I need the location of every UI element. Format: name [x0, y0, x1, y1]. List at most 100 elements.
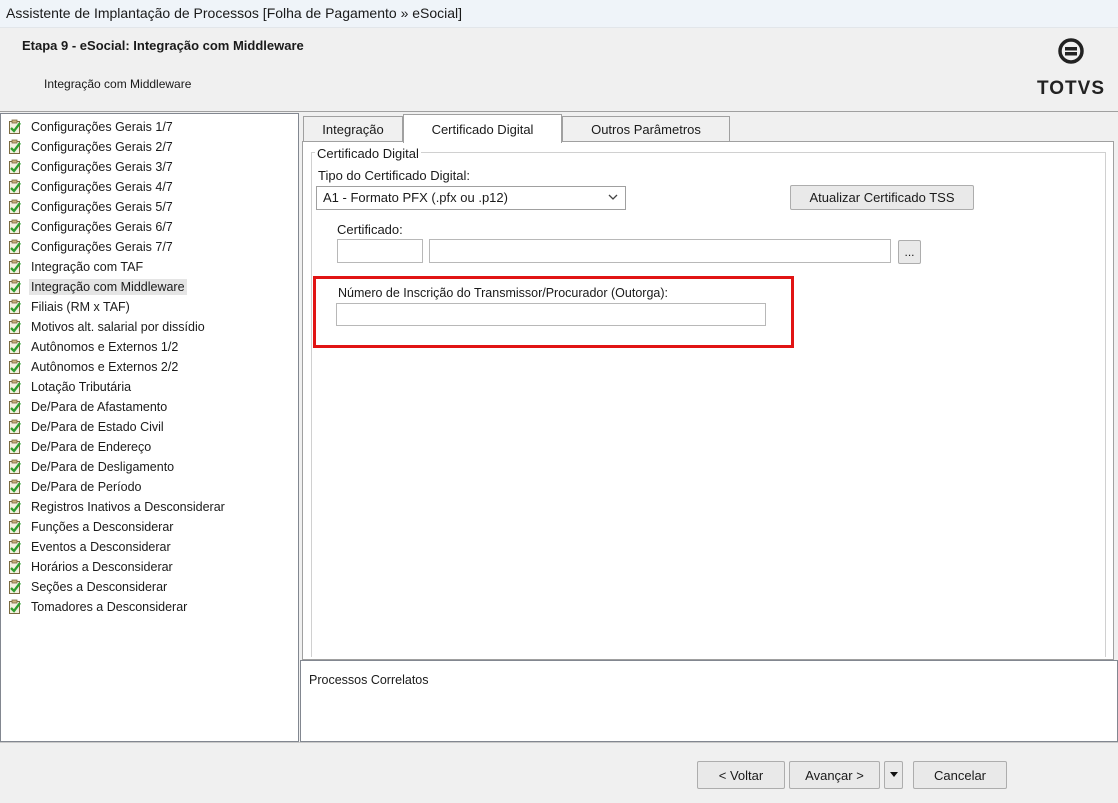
tipo-certificado-label: Tipo do Certificado Digital: — [318, 168, 470, 183]
tree-item-label: Tomadores a Desconsiderar — [31, 599, 188, 614]
tree-item[interactable]: Registros Inativos a Desconsiderar — [7, 497, 227, 516]
tab-label: Outros Parâmetros — [591, 122, 701, 137]
window-title: Assistente de Implantação de Processos [… — [6, 5, 463, 21]
tree-item-label: Lotação Tributária — [31, 379, 132, 394]
button-label: Avançar > — [805, 767, 864, 783]
checked-document-icon — [9, 159, 21, 174]
tree-item-label: De/Para de Desligamento — [31, 459, 175, 474]
tree-item-label: Funções a Desconsiderar — [31, 519, 174, 534]
tree-item[interactable]: De/Para de Afastamento — [7, 397, 169, 416]
checked-document-icon — [9, 299, 21, 314]
checked-document-icon — [9, 519, 21, 534]
tree-item-label: Integração com Middleware — [29, 278, 187, 295]
tab-outros-parametros[interactable]: Outros Parâmetros — [562, 116, 730, 142]
tree-item[interactable]: Configurações Gerais 5/7 — [7, 197, 175, 216]
tree-item[interactable]: Horários a Desconsiderar — [7, 557, 175, 576]
checked-document-icon — [9, 199, 21, 214]
tree-item[interactable]: De/Para de Desligamento — [7, 457, 176, 476]
tab-panel-certificado: Certificado Digital — [302, 141, 1114, 660]
tab-certificado-digital[interactable]: Certificado Digital — [403, 114, 562, 143]
tree-item-label: Filiais (RM x TAF) — [31, 299, 130, 314]
checked-document-icon — [9, 119, 21, 134]
tree-item[interactable]: Eventos a Desconsiderar — [7, 537, 173, 556]
cancel-button[interactable]: Cancelar — [913, 761, 1007, 789]
tree-item-label: De/Para de Afastamento — [31, 399, 168, 414]
caret-down-icon — [889, 772, 898, 777]
totvs-logo: TOTVS — [1036, 38, 1106, 102]
checked-document-icon — [9, 599, 21, 614]
tree-item[interactable]: Integração com TAF — [7, 257, 145, 276]
back-button[interactable]: < Voltar — [697, 761, 785, 789]
tree-item-label: Autônomos e Externos 1/2 — [31, 339, 179, 354]
checked-document-icon — [9, 239, 21, 254]
checked-document-icon — [9, 579, 21, 594]
checked-document-icon — [9, 459, 21, 474]
tree-item[interactable]: Lotação Tributária — [7, 377, 133, 396]
processos-correlatos-panel: Processos Correlatos — [300, 660, 1118, 742]
tree-item[interactable]: Configurações Gerais 4/7 — [7, 177, 175, 196]
tipo-certificado-value: A1 - Formato PFX (.pfx ou .p12) — [323, 190, 508, 205]
checked-document-icon — [9, 279, 21, 294]
tree-item-label: Horários a Desconsiderar — [31, 559, 173, 574]
checked-document-icon — [9, 419, 21, 434]
next-button[interactable]: Avançar > — [789, 761, 880, 789]
next-dropdown-button[interactable] — [884, 761, 903, 789]
tree-item[interactable]: Configurações Gerais 6/7 — [7, 217, 175, 236]
tree-item-label: Autônomos e Externos 2/2 — [31, 359, 179, 374]
certificado-group — [311, 152, 1106, 657]
step-subtitle: Integração com Middleware — [44, 77, 192, 91]
checked-document-icon — [9, 219, 21, 234]
tree-item-label: Registros Inativos a Desconsiderar — [31, 499, 225, 514]
tree-item[interactable]: Filiais (RM x TAF) — [7, 297, 132, 316]
tree-item[interactable]: Seções a Desconsiderar — [7, 577, 169, 596]
checked-document-icon — [9, 399, 21, 414]
checked-document-icon — [9, 179, 21, 194]
button-label: Cancelar — [933, 767, 987, 783]
tipo-certificado-select[interactable]: A1 - Formato PFX (.pfx ou .p12) — [316, 186, 626, 210]
certificado-code-input[interactable] — [337, 239, 423, 263]
title-bar: Assistente de Implantação de Processos [… — [0, 0, 1118, 28]
tree-item-label: Configurações Gerais 5/7 — [31, 199, 173, 214]
certificado-description-input[interactable] — [429, 239, 891, 263]
tree-item-label: Integração com TAF — [31, 259, 144, 274]
tree-item-label: Configurações Gerais 4/7 — [31, 179, 173, 194]
tree-item-label: De/Para de Período — [31, 479, 142, 494]
checked-document-icon — [9, 139, 21, 154]
button-label: ... — [904, 245, 915, 259]
tree-item-label: Motivos alt. salarial por dissídio — [31, 319, 205, 334]
chevron-down-icon — [608, 194, 618, 200]
browse-button[interactable]: ... — [898, 240, 921, 264]
checked-document-icon — [9, 559, 21, 574]
button-label: < Voltar — [718, 767, 764, 783]
tree-item-label: Eventos a Desconsiderar — [31, 539, 171, 554]
tab-label: Integração — [322, 122, 384, 137]
atualizar-certificado-button[interactable]: Atualizar Certificado TSS — [790, 185, 974, 210]
steps-tree[interactable]: Configurações Gerais 1/7 Configurações Ge… — [0, 113, 299, 742]
tree-item[interactable]: De/Para de Estado Civil — [7, 417, 166, 436]
tree-item[interactable]: Configurações Gerais 1/7 — [7, 117, 175, 136]
tab-label: Certificado Digital — [431, 121, 534, 137]
tree-item[interactable]: Configurações Gerais 7/7 — [7, 237, 175, 256]
tree-item[interactable]: Autônomos e Externos 2/2 — [7, 357, 180, 376]
checked-document-icon — [9, 439, 21, 454]
tree-item[interactable]: Configurações Gerais 3/7 — [7, 157, 175, 176]
tree-item[interactable]: Tomadores a Desconsiderar — [7, 597, 189, 616]
checked-document-icon — [9, 479, 21, 494]
tree-item-label: Configurações Gerais 2/7 — [31, 139, 173, 154]
tree-item[interactable]: Integração com Middleware — [7, 277, 187, 296]
tree-item-label: Configurações Gerais 1/7 — [31, 119, 173, 134]
tab-integracao[interactable]: Integração — [303, 116, 403, 142]
checked-document-icon — [9, 499, 21, 514]
tree-item[interactable]: Funções a Desconsiderar — [7, 517, 175, 536]
tree-item[interactable]: De/Para de Endereço — [7, 437, 153, 456]
processos-correlatos-title: Processos Correlatos — [309, 673, 429, 687]
totvs-logo-icon — [1058, 38, 1084, 64]
tree-item[interactable]: Configurações Gerais 2/7 — [7, 137, 175, 156]
tree-item[interactable]: Motivos alt. salarial por dissídio — [7, 317, 207, 336]
tree-item[interactable]: Autônomos e Externos 1/2 — [7, 337, 180, 356]
tree-item-label: Configurações Gerais 6/7 — [31, 219, 173, 234]
checked-document-icon — [9, 379, 21, 394]
tree-item-label: De/Para de Endereço — [31, 439, 152, 454]
step-title: Etapa 9 - eSocial: Integração com Middle… — [22, 38, 304, 53]
tree-item[interactable]: De/Para de Período — [7, 477, 144, 496]
